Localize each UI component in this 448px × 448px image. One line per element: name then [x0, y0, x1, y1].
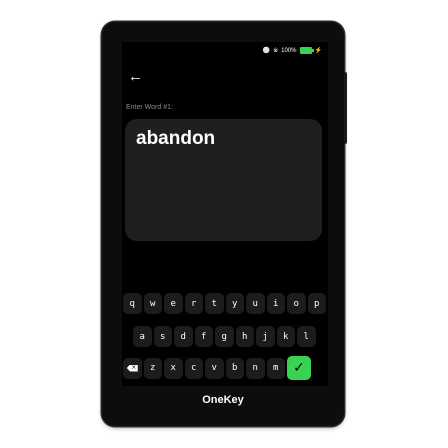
key-c[interactable]: c [184, 357, 203, 379]
status-bar: ⚪ ※ 100% ⚡ [263, 47, 322, 54]
word-input-value: abandon [136, 128, 216, 149]
key-y[interactable]: y [225, 293, 244, 314]
key-n[interactable]: n [246, 357, 265, 379]
key-p[interactable]: p [307, 293, 326, 314]
arrow-left-icon[interactable]: ← [128, 68, 146, 86]
key-q[interactable]: q [123, 293, 142, 314]
key-e[interactable]: e [164, 293, 183, 314]
key-s[interactable]: s [153, 326, 172, 347]
keyboard-row-1: q w e r t y u i o p [123, 293, 326, 314]
key-f[interactable]: f [194, 326, 213, 347]
key-g[interactable]: g [215, 326, 234, 347]
battery-percent: 100% [281, 47, 297, 54]
keyboard-row-3: × z x c v b n m ✓ [123, 356, 311, 380]
checkmark-icon[interactable]: ✓ [287, 356, 311, 380]
key-h[interactable]: h [235, 326, 254, 347]
brand-logo: OneKey [202, 394, 244, 406]
key-r[interactable]: r [184, 293, 203, 314]
word-prompt: Enter Word #1: [126, 104, 173, 111]
key-m[interactable]: m [266, 357, 285, 379]
key-i[interactable]: i [266, 293, 285, 314]
key-d[interactable]: d [174, 326, 193, 347]
key-l[interactable]: l [297, 326, 316, 347]
battery-icon [299, 47, 314, 54]
side-button [344, 72, 347, 144]
key-k[interactable]: k [276, 326, 295, 347]
key-u[interactable]: u [246, 293, 265, 314]
backspace-icon[interactable]: × [123, 357, 142, 379]
key-z[interactable]: z [143, 357, 162, 379]
key-j[interactable]: j [256, 326, 275, 347]
key-v[interactable]: v [205, 357, 224, 379]
bluetooth-icon: ※ [273, 47, 279, 54]
word-input-box[interactable]: abandon [125, 119, 322, 241]
key-t[interactable]: t [205, 293, 224, 314]
charging-icon: ⚡ [314, 48, 322, 54]
key-w[interactable]: w [143, 293, 162, 314]
key-a[interactable]: a [133, 326, 152, 347]
keyboard-row-2: a s d f g h j k l [133, 326, 316, 347]
key-b[interactable]: b [225, 357, 244, 379]
device-screen: ⚪ ※ 100% ⚡ ← Enter Word #1: abandon q w … [122, 42, 328, 386]
key-x[interactable]: x [164, 357, 183, 379]
key-o[interactable]: o [287, 293, 306, 314]
usb-icon: ⚪ [262, 47, 271, 54]
